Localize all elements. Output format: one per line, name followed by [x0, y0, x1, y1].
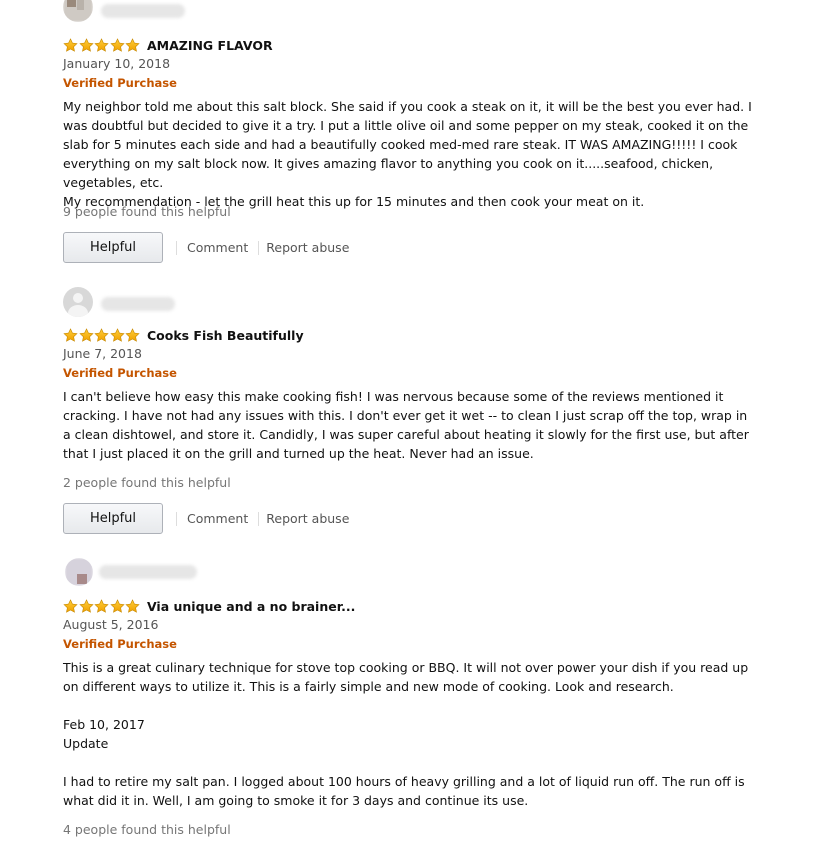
divider: [258, 240, 260, 255]
star-icon: [110, 328, 125, 343]
star-icon: [125, 328, 140, 343]
star-icon: [125, 38, 140, 53]
star-icon: [79, 328, 94, 343]
review-body: My neighbor told me about this salt bloc…: [63, 99, 752, 209]
verified-purchase-badge: Verified Purchase: [63, 76, 177, 90]
helpful-button[interactable]: Helpful: [63, 232, 163, 263]
star-icon: [125, 599, 140, 614]
star-icon: [94, 38, 109, 53]
divider: [176, 511, 177, 526]
reviewer-name: [101, 297, 175, 311]
divider: [176, 240, 177, 255]
report-abuse-link[interactable]: Report abuse: [266, 511, 349, 526]
avatar: [65, 558, 93, 586]
default-avatar-icon: [63, 287, 93, 317]
divider: [258, 511, 260, 526]
review-title[interactable]: AMAZING FLAVOR: [147, 38, 273, 53]
star-icon: [94, 328, 109, 343]
review-body: This is a great culinary technique for s…: [63, 660, 749, 808]
helpful-count: 4 people found this helpful: [63, 822, 231, 837]
helpful-count: 2 people found this helpful: [63, 475, 231, 490]
star-icon: [110, 599, 125, 614]
star-icon: [63, 328, 78, 343]
comment-link[interactable]: Comment: [187, 511, 248, 526]
rating-stars: [63, 38, 141, 53]
rating-stars: [63, 599, 141, 614]
reviewer-name: [101, 4, 185, 18]
review-title[interactable]: Via unique and a no brainer...: [147, 599, 355, 614]
review-title[interactable]: Cooks Fish Beautifully: [147, 328, 304, 343]
verified-purchase-badge: Verified Purchase: [63, 366, 177, 380]
avatar: [63, 0, 93, 22]
review-date: January 10, 2018: [63, 56, 171, 71]
star-icon: [63, 599, 78, 614]
review-body: I can't believe how easy this make cooki…: [63, 389, 749, 461]
reviewer-name: [99, 565, 197, 579]
star-icon: [79, 38, 94, 53]
star-icon: [63, 38, 78, 53]
helpful-button[interactable]: Helpful: [63, 503, 163, 534]
report-abuse-link[interactable]: Report abuse: [266, 240, 349, 255]
verified-purchase-badge: Verified Purchase: [63, 637, 177, 651]
star-icon: [94, 599, 109, 614]
star-icon: [79, 599, 94, 614]
review-date: August 5, 2016: [63, 617, 159, 632]
helpful-count: 9 people found this helpful: [63, 204, 231, 219]
comment-link[interactable]: Comment: [187, 240, 248, 255]
rating-stars: [63, 328, 141, 343]
star-icon: [110, 38, 125, 53]
review-date: June 7, 2018: [63, 346, 142, 361]
